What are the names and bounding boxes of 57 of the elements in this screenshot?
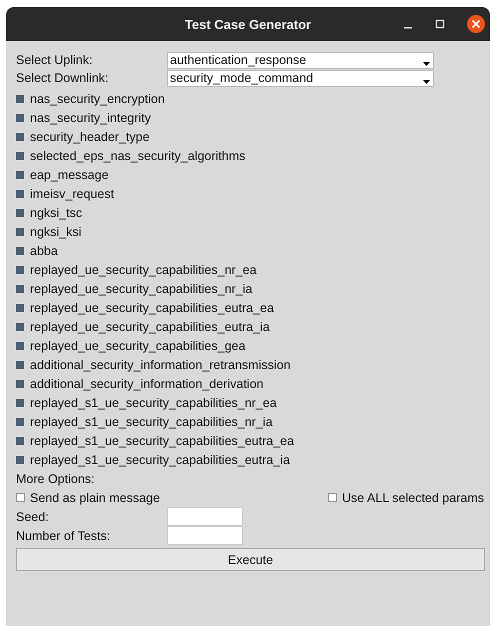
parameter-label: abba xyxy=(30,244,58,258)
checkbox[interactable] xyxy=(16,152,24,160)
tests-label: Number of Tests: xyxy=(16,528,112,542)
checkbox[interactable] xyxy=(16,456,24,464)
parameter-label: security_header_type xyxy=(30,130,150,144)
parameter-label: replayed_ue_security_capabilities_eutra_ia xyxy=(30,320,270,334)
parameter-label: replayed_ue_security_capabilities_nr_ia xyxy=(30,282,252,296)
checkbox[interactable] xyxy=(16,114,24,122)
parameter-label: imeisv_request xyxy=(30,186,114,200)
checkbox[interactable] xyxy=(16,398,24,406)
seed-field[interactable] xyxy=(167,507,243,526)
parameter-label: additional_security_information_derivation xyxy=(30,376,264,390)
uplink-dropdown[interactable]: authentication_response xyxy=(167,52,434,68)
section-label: More Options: xyxy=(16,470,96,488)
parameter-label: replayed_s1_ue_security_capabilities_eutra_ia xyxy=(30,452,290,466)
checkbox[interactable] xyxy=(16,436,24,444)
checkbox[interactable] xyxy=(16,322,24,330)
checkbox[interactable] xyxy=(16,246,24,254)
checkbox[interactable] xyxy=(16,170,24,178)
checkbox[interactable] xyxy=(16,418,24,426)
checkbox[interactable] xyxy=(16,304,24,312)
checkbox[interactable] xyxy=(16,208,24,216)
plain-message-checkbox[interactable]: Send as plain message xyxy=(16,490,160,504)
seed-label: Seed: xyxy=(16,510,50,524)
checkbox[interactable] xyxy=(16,266,24,274)
checkbox[interactable] xyxy=(16,132,24,140)
parameter-label: nas_security_integrity xyxy=(30,110,151,124)
caret-icon xyxy=(423,80,430,84)
checkbox[interactable] xyxy=(16,380,24,388)
tests-field[interactable] xyxy=(167,526,243,545)
execute-button[interactable]: Execute xyxy=(16,548,485,571)
parameter-label: replayed_s1_ue_security_capabilities_nr_ea xyxy=(30,396,277,410)
checkbox[interactable] xyxy=(16,94,24,102)
uplink-label: Select Uplink: xyxy=(16,53,94,67)
parameter-label: additional_security_information_retransmission xyxy=(30,358,291,372)
close-icon[interactable] xyxy=(467,15,485,33)
caret-icon xyxy=(423,62,430,66)
downlink-label: Select Downlink: xyxy=(16,71,110,85)
parameter-label: replayed_ue_security_capabilities_eutra_ea xyxy=(30,300,274,314)
checkbox[interactable] xyxy=(16,228,24,236)
downlink-dropdown[interactable]: security_mode_command xyxy=(167,70,434,86)
parameter-label: replayed_s1_ue_security_capabilities_nr_ia xyxy=(30,414,273,428)
parameter-label: selected_eps_nas_security_algorithms xyxy=(30,148,246,162)
checkbox[interactable] xyxy=(16,342,24,350)
checkbox[interactable] xyxy=(16,190,24,198)
maximize-icon[interactable] xyxy=(435,19,445,29)
parameter-label: replayed_ue_security_capabilities_gea xyxy=(30,338,246,352)
parameter-label: eap_message xyxy=(30,168,109,182)
checkbox[interactable] xyxy=(16,360,24,368)
parameter-label: replayed_ue_security_capabilities_nr_ea xyxy=(30,262,257,276)
use-all-checkbox[interactable]: Use ALL selected params xyxy=(328,490,484,504)
window-title: Test Case Generator xyxy=(184,16,312,32)
parameter-label: ngksi_ksi xyxy=(30,224,82,238)
parameter-label: nas_security_encryption xyxy=(30,92,165,106)
checkbox[interactable] xyxy=(16,284,24,292)
parameter-label: replayed_s1_ue_security_capabilities_eutra_ea xyxy=(30,434,294,448)
parameter-label: ngksi_tsc xyxy=(30,206,82,220)
